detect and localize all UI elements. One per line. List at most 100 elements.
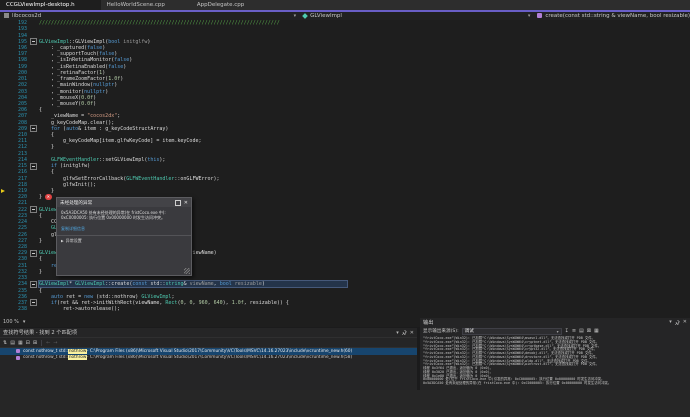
messages-icon[interactable]: ≡ bbox=[572, 328, 576, 334]
expander-triangle-icon[interactable]: ▶ bbox=[61, 239, 64, 243]
clear-all-icon[interactable]: ▤ bbox=[579, 328, 584, 334]
resize-grip[interactable] bbox=[184, 268, 190, 274]
toggle-word-wrap-icon[interactable]: ⊠ bbox=[587, 328, 591, 334]
line-number: 203 bbox=[0, 89, 30, 95]
copy-results-icon[interactable]: ▤ bbox=[10, 340, 15, 346]
tab-AppDelegate.cpp[interactable]: AppDelegate.cpp bbox=[191, 0, 270, 10]
match-highlight: nothrow bbox=[68, 349, 87, 354]
chevron-down-icon: ▾ bbox=[557, 329, 559, 334]
line-number: 197 bbox=[0, 51, 30, 57]
line-number: 227 bbox=[0, 238, 30, 244]
line-number: 224 bbox=[0, 219, 30, 225]
line-number: 226 bbox=[0, 232, 30, 238]
tab-bar: CCGLViewImpl-desktop.hHelloWorldScene.cp… bbox=[0, 0, 690, 10]
line-number: 231 bbox=[0, 263, 30, 269]
line-number: 198 bbox=[0, 57, 30, 63]
line-number: 209 bbox=[0, 126, 30, 132]
bottom-strip bbox=[0, 390, 690, 417]
editor-line-238[interactable]: 238 ret->autorelease(); bbox=[0, 306, 690, 312]
line-number: 221 bbox=[0, 200, 30, 206]
project-dropdown[interactable]: libcocos2d ▾ bbox=[0, 12, 299, 21]
code-text: ret->autorelease(); bbox=[39, 306, 120, 312]
copy-icon[interactable] bbox=[175, 200, 181, 206]
class-dropdown[interactable]: GLViewImpl ▾ bbox=[299, 12, 533, 21]
result-row-2[interactable]: const nothrow_t std::nothrow - C:\Progra… bbox=[0, 355, 417, 362]
line-number: 211 bbox=[0, 138, 30, 144]
close-icon[interactable]: ✕ bbox=[683, 319, 687, 325]
line-number: 200 bbox=[0, 70, 30, 76]
line-number: 235 bbox=[0, 288, 30, 294]
toolbar-separator bbox=[41, 340, 42, 346]
pin-icon[interactable] bbox=[402, 330, 407, 335]
line-number: 223 bbox=[0, 213, 30, 219]
class-icon bbox=[302, 13, 308, 19]
line-number: 194 bbox=[0, 33, 30, 39]
line-number: 218 bbox=[0, 182, 30, 188]
zoom-control[interactable]: 100 % ▾ bbox=[0, 319, 25, 325]
zoom-level: 100 % bbox=[3, 319, 19, 325]
pin-icon[interactable] bbox=[675, 320, 680, 325]
member-name: create(const std::string & viewName, boo… bbox=[545, 13, 690, 19]
line-number: 195 bbox=[0, 39, 30, 45]
line-number: 214 bbox=[0, 157, 30, 163]
output-log[interactable]: “fristCoco.exe”(Win32): 已加载“C:\Windows\S… bbox=[420, 336, 690, 386]
exception-popup-title: 未经处理的异常 bbox=[60, 200, 175, 206]
find-panel-header: 查找符号结果 - 找到 2 个匹配项 ▾ ✕ bbox=[0, 328, 417, 337]
tab-CCGLViewImpl-desktop.h[interactable]: CCGLViewImpl-desktop.h bbox=[0, 0, 101, 10]
close-icon[interactable]: ✕ bbox=[184, 200, 188, 206]
expand-all-icon[interactable]: ⊞ bbox=[33, 340, 37, 346]
line-number: 238 bbox=[0, 306, 30, 312]
output-source-dropdown[interactable]: 调试 ▾ bbox=[462, 328, 562, 335]
line-number: 193 bbox=[0, 26, 30, 32]
exception-settings-expander[interactable]: ▶ 异常设置 bbox=[57, 235, 191, 246]
window-position-icon[interactable]: ▾ bbox=[396, 330, 399, 336]
exception-popup-titlebar: 未经处理的异常 ✕ bbox=[57, 198, 191, 207]
chevron-down-icon[interactable]: ▾ bbox=[23, 319, 26, 325]
line-number: 228 bbox=[0, 244, 30, 250]
output-source-value: 调试 bbox=[465, 328, 474, 334]
line-number: 233 bbox=[0, 275, 30, 281]
settings-icon[interactable]: ▦ bbox=[594, 328, 599, 334]
line-number: 192 bbox=[0, 20, 30, 26]
sort-icon[interactable]: ⇅ bbox=[3, 340, 7, 346]
output-panel-title: 输出 bbox=[423, 319, 433, 326]
output-panel-header: 输出 ▾ ✕ bbox=[420, 318, 690, 326]
find-results-list: const nothrow_t std::nothrow - C:\Progra… bbox=[0, 348, 417, 361]
output-panel: 输出 ▾ ✕ 显示输出来源(S): 调试 ▾ ↧≡▤⊠▦ “fristCoco.… bbox=[420, 318, 690, 390]
line-number: 216 bbox=[0, 169, 30, 175]
line-number: 217 bbox=[0, 176, 30, 182]
next-result-icon[interactable]: → bbox=[53, 340, 57, 346]
line-number: 225 bbox=[0, 225, 30, 231]
collapse-all-icon[interactable]: ⊟ bbox=[26, 340, 30, 346]
class-name: GLViewImpl bbox=[310, 13, 342, 19]
delete-icon[interactable]: ▦ bbox=[18, 340, 23, 346]
result-pre: const nothrow_t std:: bbox=[23, 349, 68, 354]
result-pre: const nothrow_t std:: bbox=[23, 355, 68, 360]
window-position-icon[interactable]: ▾ bbox=[669, 319, 672, 325]
line-number: 201 bbox=[0, 76, 30, 82]
close-icon[interactable]: ✕ bbox=[410, 330, 414, 336]
line-number: 222 bbox=[0, 207, 30, 213]
line-number: 208 bbox=[0, 120, 30, 126]
result-row-1[interactable]: const nothrow_t std::nothrow - C:\Progra… bbox=[0, 348, 417, 355]
line-number: 232 bbox=[0, 269, 30, 275]
output-line-13: 0x5A3DCA50 处有未经处理的异常(在 fristCoco.exe 中):… bbox=[423, 382, 690, 386]
project-name: libcocos2d bbox=[12, 13, 41, 19]
symbol-icon bbox=[16, 349, 20, 353]
exception-message: 0x5A3DCA50 处有未经处理的异常(在 fristCoco.exe 中):… bbox=[57, 207, 191, 220]
jump-to-message-icon[interactable]: ↧ bbox=[565, 328, 569, 334]
previous-result-icon[interactable]: ← bbox=[46, 340, 50, 346]
tab-HelloWorldScene.cpp[interactable]: HelloWorldScene.cpp bbox=[101, 0, 191, 10]
member-dropdown[interactable]: create(const std::string & viewName, boo… bbox=[533, 12, 690, 21]
line-number: 236 bbox=[0, 294, 30, 300]
copy-details-link[interactable]: 复制详细信息 bbox=[57, 220, 191, 232]
find-symbol-results-panel: 查找符号结果 - 找到 2 个匹配项 ▾ ✕ ⇅▤▦⊟⊞ ←→ const not… bbox=[0, 328, 417, 390]
navigation-bar: libcocos2d ▾ GLViewImpl ▾ create(const s… bbox=[0, 12, 690, 21]
execution-arrow-icon bbox=[1, 189, 5, 193]
output-source-label: 显示输出来源(S): bbox=[423, 328, 459, 334]
find-panel-title: 查找符号结果 - 找到 2 个匹配项 bbox=[3, 329, 77, 336]
line-number: 215 bbox=[0, 163, 30, 169]
line-number: 210 bbox=[0, 132, 30, 138]
line-number: 212 bbox=[0, 144, 30, 150]
line-number: 205 bbox=[0, 101, 30, 107]
